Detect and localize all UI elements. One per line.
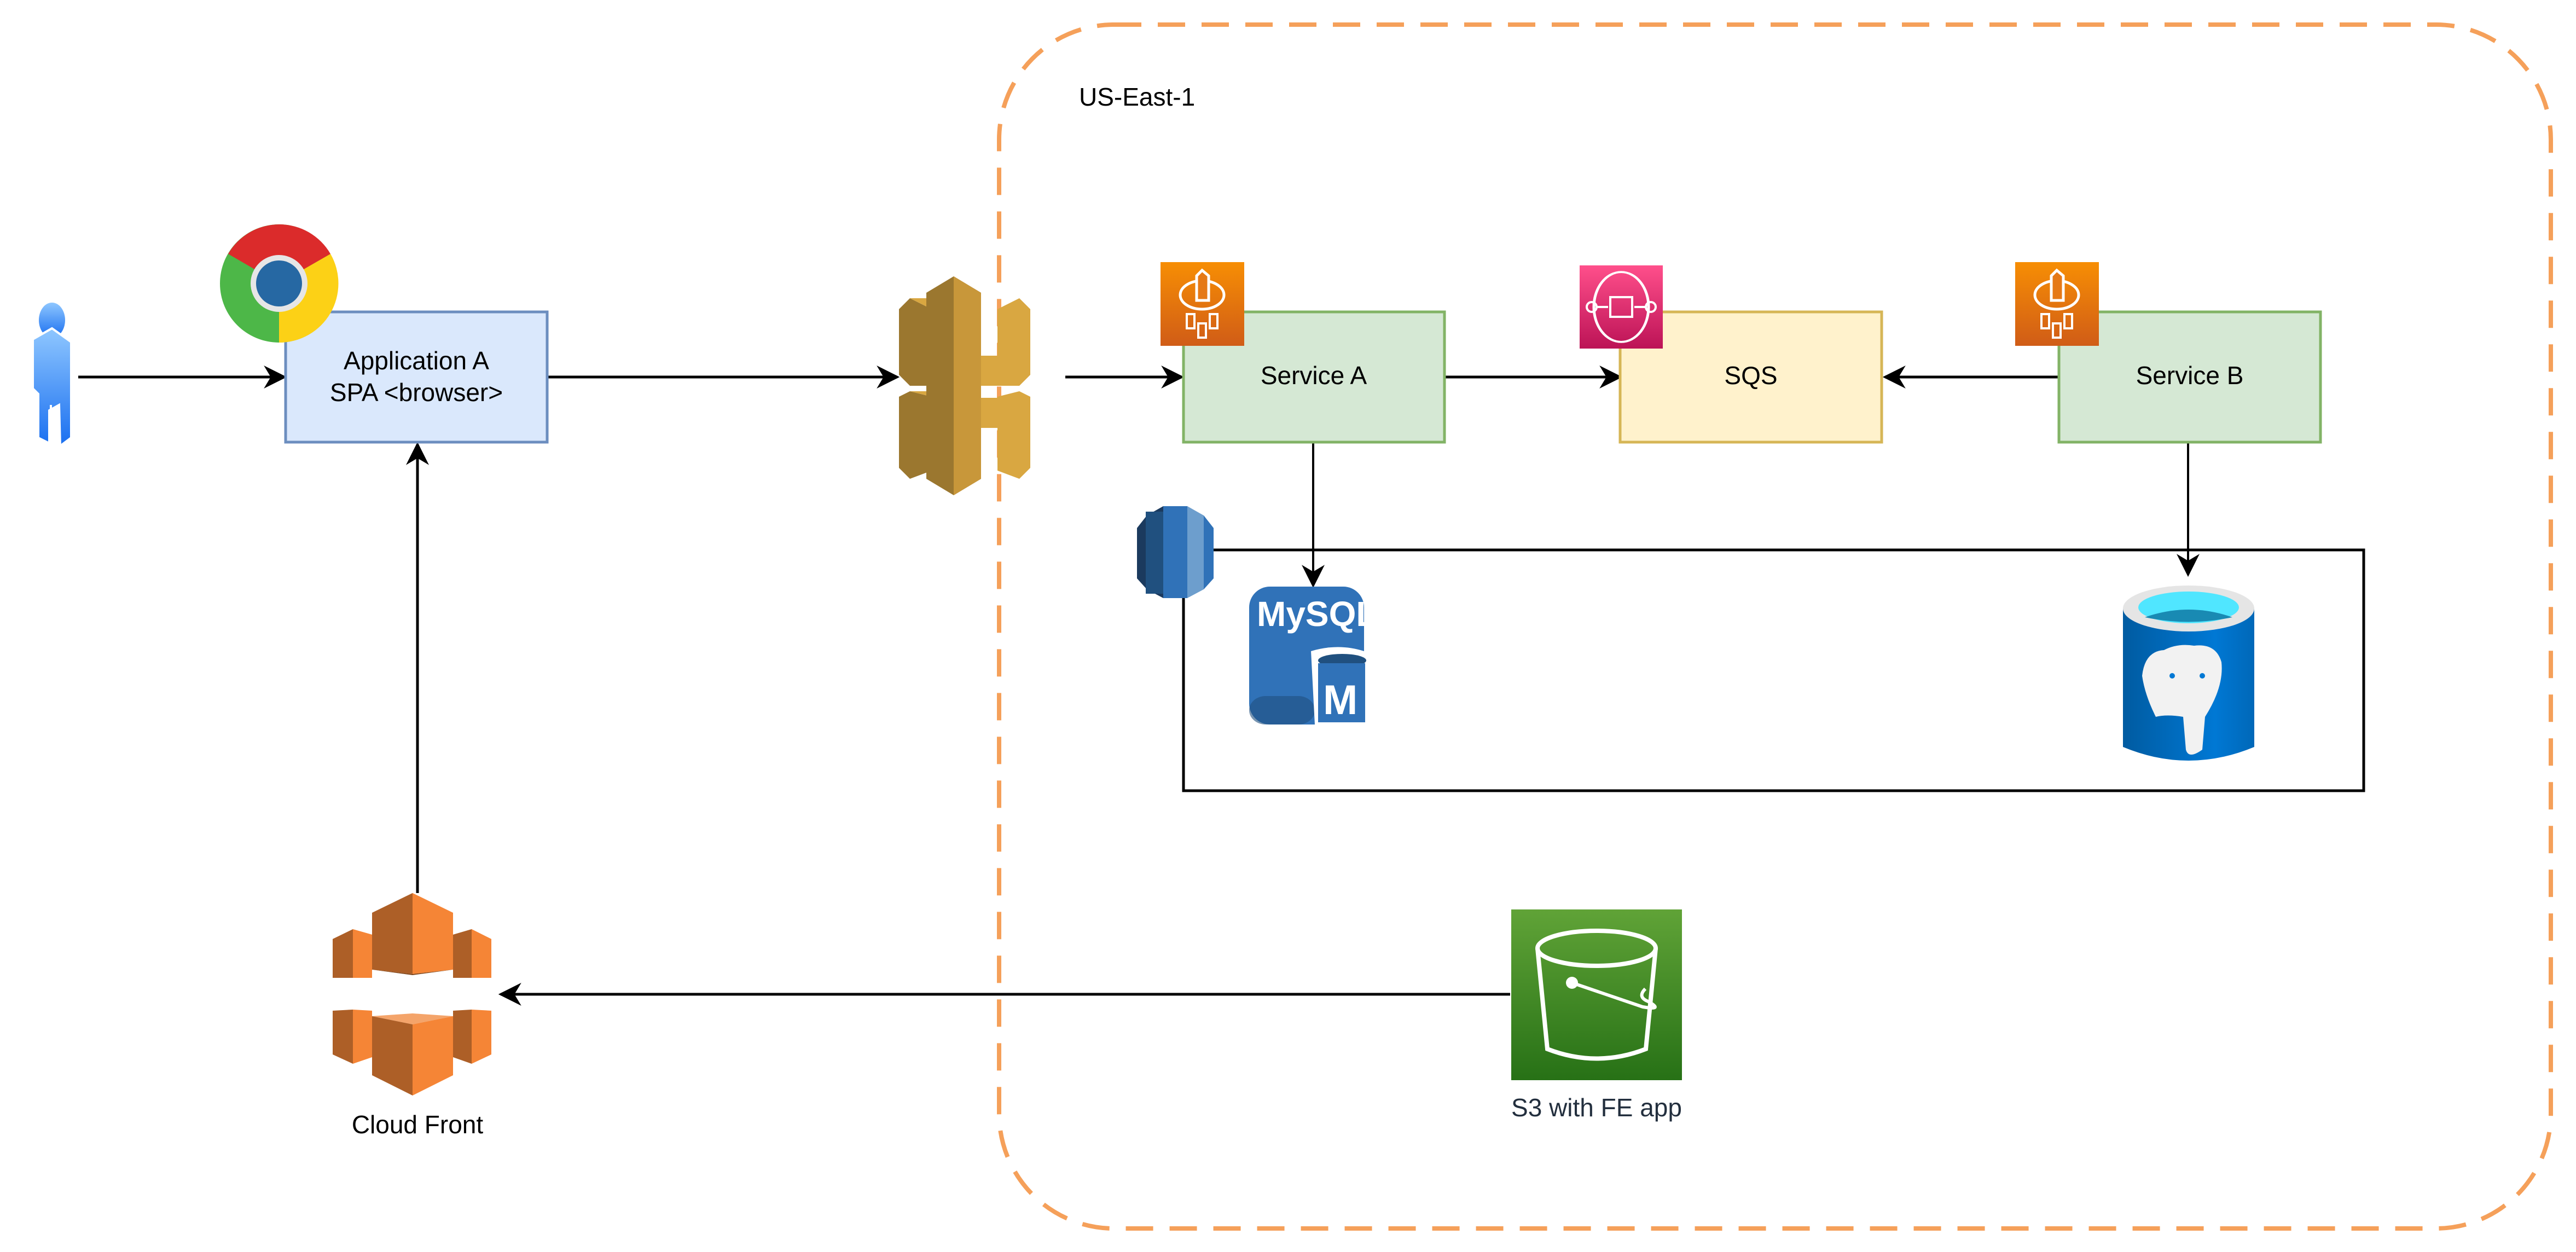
chrome-icon [220, 224, 339, 343]
s3-label: S3 with FE app [1511, 1093, 1682, 1122]
app-a-line1: Application A [344, 346, 489, 375]
postgresql-icon[interactable] [2123, 586, 2254, 761]
s3-bucket-icon[interactable] [1511, 909, 1682, 1080]
sqs-icon [1580, 265, 1663, 349]
user-icon[interactable] [32, 303, 72, 448]
service-b-label: Service B [2136, 361, 2244, 390]
rds-icon[interactable] [1137, 506, 1214, 598]
cloudfront-label: Cloud Front [352, 1110, 484, 1139]
app-a-node[interactable]: Application A SPA <browser> [284, 310, 549, 444]
fargate-icon [1161, 262, 1244, 346]
service-a-label: Service A [1261, 361, 1367, 390]
mysql-letter: M [1323, 677, 1357, 723]
api-gateway-icon[interactable] [899, 276, 1030, 495]
region-label: US-East-1 [1079, 83, 1195, 111]
mysql-icon[interactable]: MySQL M [1249, 587, 1377, 724]
architecture-diagram: US-East-1 Application A SPA <browser> Se… [32, 22, 2553, 1231]
mysql-title: MySQL [1257, 594, 1377, 634]
region-us-east-1: US-East-1 [997, 22, 2553, 1231]
fargate-icon [2015, 262, 2099, 346]
app-a-line2: SPA <browser> [330, 378, 503, 407]
cloudfront-icon[interactable] [333, 893, 491, 1096]
sqs-label: SQS [1724, 361, 1777, 390]
edges [78, 366, 2200, 1006]
